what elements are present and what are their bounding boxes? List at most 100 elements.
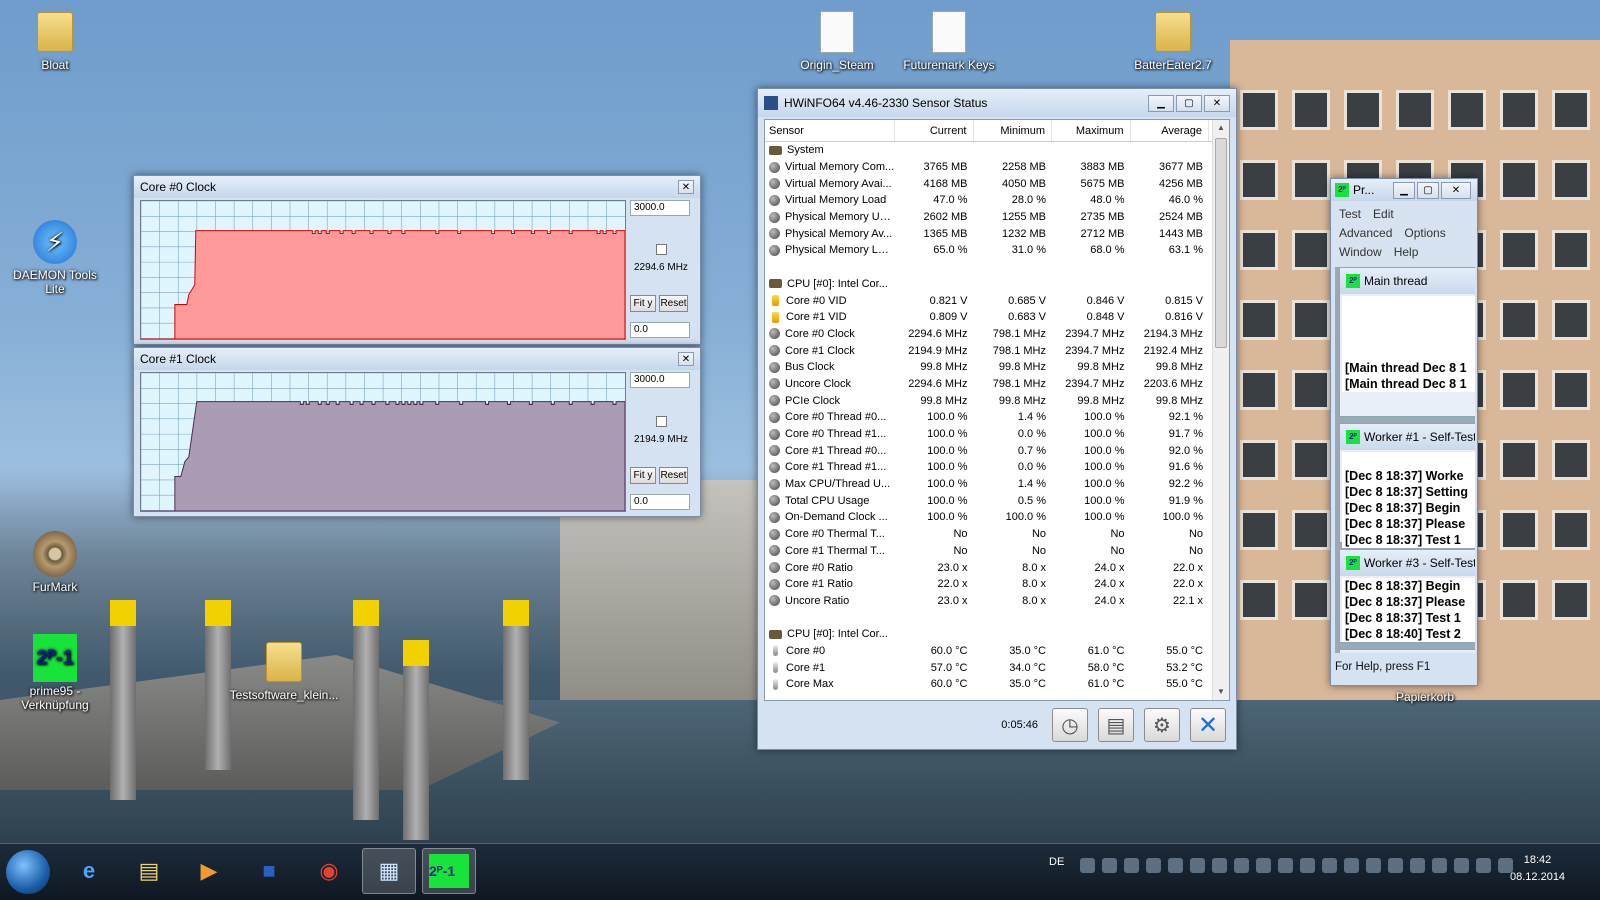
desktop-icon-testsoftware[interactable]: Testsoftware_klein... — [228, 640, 340, 702]
tray-icon[interactable] — [1366, 858, 1381, 873]
sensor-row[interactable]: Physical Memory Av... 1365 MB 1232 MB 2712 … — [765, 225, 1229, 242]
sensor-row[interactable]: CPU [#0]: Intel Cor... — [765, 626, 1229, 643]
column-header-maximum[interactable]: Maximum — [1052, 120, 1131, 141]
worker-window-title[interactable]: 2ᴾ Main thread — [1340, 268, 1475, 294]
sensor-row[interactable]: Core #0 Thread #0... 100.0 % 1.4 % 100.0 % 9… — [765, 409, 1229, 426]
tray-icon[interactable] — [1388, 858, 1403, 873]
sensor-row[interactable]: Max CPU/Thread U... 100.0 % 1.4 % 100.0 % 92… — [765, 476, 1229, 493]
sensor-row[interactable]: On-Demand Clock ... 100.0 % 100.0 % 100.0 %… — [765, 509, 1229, 526]
desktop-icon-furmark[interactable]: FurMark — [5, 531, 105, 594]
close-button[interactable]: ✕ — [1441, 181, 1471, 199]
sensor-row[interactable]: Core #0 60.0 °C 35.0 °C 61.0 °C 55.0 °C — [765, 643, 1229, 660]
sensor-row[interactable]: Virtual Memory Load 47.0 % 28.0 % 48.0 % 46.… — [765, 192, 1229, 209]
close-icon[interactable]: ✕ — [1190, 708, 1226, 742]
graph-checkbox[interactable] — [656, 244, 667, 255]
desktop-icon-daemon-tools[interactable]: ⚡ DAEMON Tools Lite — [5, 220, 105, 296]
minimize-button[interactable]: ▁ — [1148, 94, 1174, 112]
scroll-down-icon[interactable]: ▼ — [1213, 684, 1229, 700]
gear-icon[interactable]: ⚙ — [1144, 708, 1180, 742]
sensor-row[interactable]: Core #1 57.0 °C 34.0 °C 58.0 °C 53.2 °C — [765, 659, 1229, 676]
sensor-row[interactable] — [765, 259, 1229, 276]
sensor-row[interactable]: Core #1 Thermal T... No No No No — [765, 543, 1229, 560]
sensor-row[interactable]: Core #0 VID 0.821 V 0.685 V 0.846 V 0.815 V — [765, 292, 1229, 309]
tray-icon[interactable] — [1102, 858, 1117, 873]
sensor-row[interactable]: Core #0 Thread #1... 100.0 % 0.0 % 100.0 % 9… — [765, 426, 1229, 443]
menu-test[interactable]: Test — [1339, 207, 1361, 221]
tray-icon[interactable] — [1454, 858, 1469, 873]
column-header-average[interactable]: Average — [1131, 120, 1209, 141]
tray-icon[interactable] — [1322, 858, 1337, 873]
reset-button[interactable]: Reset — [659, 467, 688, 484]
worker-window[interactable]: 2ᴾ Worker #3 - Self-Test [Dec 8 18:37] Beg… — [1339, 549, 1475, 643]
worker-window[interactable]: 2ᴾ Main thread [Main thread Dec 8 1 [Main t… — [1339, 267, 1475, 417]
fit-y-button[interactable]: Fit y — [630, 467, 656, 484]
sensor-row[interactable]: Total CPU Usage 100.0 % 0.5 % 100.0 % 91.9 % — [765, 492, 1229, 509]
prime95-taskbar-button[interactable]: 2ᴾ-1 — [422, 848, 476, 894]
desktop-icon-recycle-bin[interactable]: Papierkorb — [1375, 690, 1475, 704]
sensor-row[interactable]: Core #1 VID 0.809 V 0.683 V 0.848 V 0.816 V — [765, 309, 1229, 326]
worker-window-title[interactable]: 2ᴾ Worker #3 - Self-Test — [1340, 550, 1475, 576]
desktop-icon-futuremark-keys[interactable]: Futuremark Keys — [899, 10, 999, 72]
tray-icon[interactable] — [1080, 858, 1095, 873]
sensor-row[interactable]: PCIe Clock 99.8 MHz 99.8 MHz 99.8 MHz 99.8 M… — [765, 392, 1229, 409]
tray-icon[interactable] — [1212, 858, 1227, 873]
tray-icon[interactable] — [1432, 858, 1447, 873]
desktop-icon-origin-steam[interactable]: Origin_Steam — [787, 10, 887, 72]
sensor-row[interactable]: System — [765, 142, 1229, 159]
menu-options[interactable]: Options — [1404, 226, 1445, 240]
menu-window[interactable]: Window — [1339, 245, 1382, 259]
sensor-row[interactable]: Core Max 60.0 °C 35.0 °C 61.0 °C 55.0 °C — [765, 676, 1229, 693]
tray-icon[interactable] — [1278, 858, 1293, 873]
column-header-current[interactable]: Current — [895, 120, 974, 141]
chrome-icon[interactable]: ◉ — [302, 848, 356, 894]
sensor-row[interactable] — [765, 609, 1229, 626]
clock-icon[interactable]: ◷ — [1052, 708, 1088, 742]
sensor-row[interactable]: Core #1 Thread #1... 100.0 % 0.0 % 100.0 % 9… — [765, 459, 1229, 476]
sensor-row[interactable]: Uncore Clock 2294.6 MHz 798.1 MHz 2394.7 MH… — [765, 376, 1229, 393]
sensor-row[interactable]: Physical Memory Used 2602 MB 1255 MB 2735 M… — [765, 209, 1229, 226]
desktop-icon-prime95[interactable]: 2ᴾ-1 prime95 - Verknüpfung — [5, 634, 105, 712]
sensor-row[interactable]: Core #0 Ratio 23.0 x 8.0 x 24.0 x 22.0 x — [765, 559, 1229, 576]
column-header-minimum[interactable]: Minimum — [974, 120, 1052, 141]
hwinfo-icon[interactable]: ▦ — [362, 848, 416, 894]
graph-checkbox[interactable] — [656, 416, 667, 427]
close-icon[interactable]: ✕ — [678, 352, 694, 366]
log-file-icon[interactable]: ▤ — [1098, 708, 1134, 742]
desktop-icon-battereater[interactable]: BatterEater2.7 — [1123, 10, 1223, 72]
sensor-row[interactable]: Virtual Memory Com... 3765 MB 2258 MB 3883 … — [765, 159, 1229, 176]
tray-icon[interactable] — [1300, 858, 1315, 873]
sensor-row[interactable]: CPU [#0]: Intel Cor... — [765, 276, 1229, 293]
menu-help[interactable]: Help — [1394, 245, 1419, 259]
tray-icon[interactable] — [1146, 858, 1161, 873]
menu-advanced[interactable]: Advanced — [1339, 226, 1392, 240]
maximize-button[interactable]: ▢ — [1417, 181, 1439, 199]
worker-window[interactable]: 2ᴾ Worker #1 - Self-Test [Dec 8 18:37] Wor… — [1339, 423, 1475, 548]
desktop-icon-bloat[interactable]: Bloat — [5, 10, 105, 72]
column-header-sensor[interactable]: Sensor — [765, 120, 895, 141]
tray-icon[interactable] — [1190, 858, 1205, 873]
close-button[interactable]: ✕ — [1204, 94, 1230, 112]
tray-icon[interactable] — [1256, 858, 1271, 873]
sensor-row[interactable]: Core #0 Thermal T... No No No No — [765, 526, 1229, 543]
tray-icon[interactable] — [1476, 858, 1491, 873]
sensor-row[interactable]: Core #1 Ratio 22.0 x 8.0 x 24.0 x 22.0 x — [765, 576, 1229, 593]
maximize-button[interactable]: ▢ — [1176, 94, 1202, 112]
scrollbar-thumb[interactable] — [1215, 138, 1227, 348]
worker-window[interactable]: 2ᴾWorker #4 - Self-Te — [1339, 649, 1475, 653]
fit-y-button[interactable]: Fit y — [630, 295, 656, 312]
menu-edit[interactable]: Edit — [1373, 207, 1394, 221]
hwinfo-sensor-window[interactable]: HWiNFO64 v4.46-2330 Sensor Status ▁ ▢ ✕ … — [757, 88, 1237, 750]
vertical-scrollbar[interactable]: ▲ ▼ — [1212, 120, 1229, 700]
clock[interactable]: 18:42 08.12.2014 — [1510, 852, 1565, 886]
tray-icon[interactable] — [1410, 858, 1425, 873]
tray-icon[interactable] — [1234, 858, 1249, 873]
sensor-row[interactable]: Bus Clock 99.8 MHz 99.8 MHz 99.8 MHz 99.8 MH… — [765, 359, 1229, 376]
close-icon[interactable]: ✕ — [678, 180, 694, 194]
sensor-row[interactable]: Physical Memory Load 65.0 % 31.0 % 68.0 % 63… — [765, 242, 1229, 259]
sensor-row[interactable]: Core #1 Thread #0... 100.0 % 0.7 % 100.0 % 9… — [765, 442, 1229, 459]
tray-icon[interactable] — [1168, 858, 1183, 873]
sensor-row[interactable]: Core #1 Clock 2194.9 MHz 798.1 MHz 2394.7 M… — [765, 342, 1229, 359]
sensor-row[interactable]: Virtual Memory Avai... 4168 MB 4050 MB 5675… — [765, 175, 1229, 192]
graph-titlebar[interactable]: Core #0 Clock ✕ — [134, 176, 700, 198]
worker-window-title[interactable]: 2ᴾWorker #4 - Self-Te — [1340, 650, 1475, 653]
